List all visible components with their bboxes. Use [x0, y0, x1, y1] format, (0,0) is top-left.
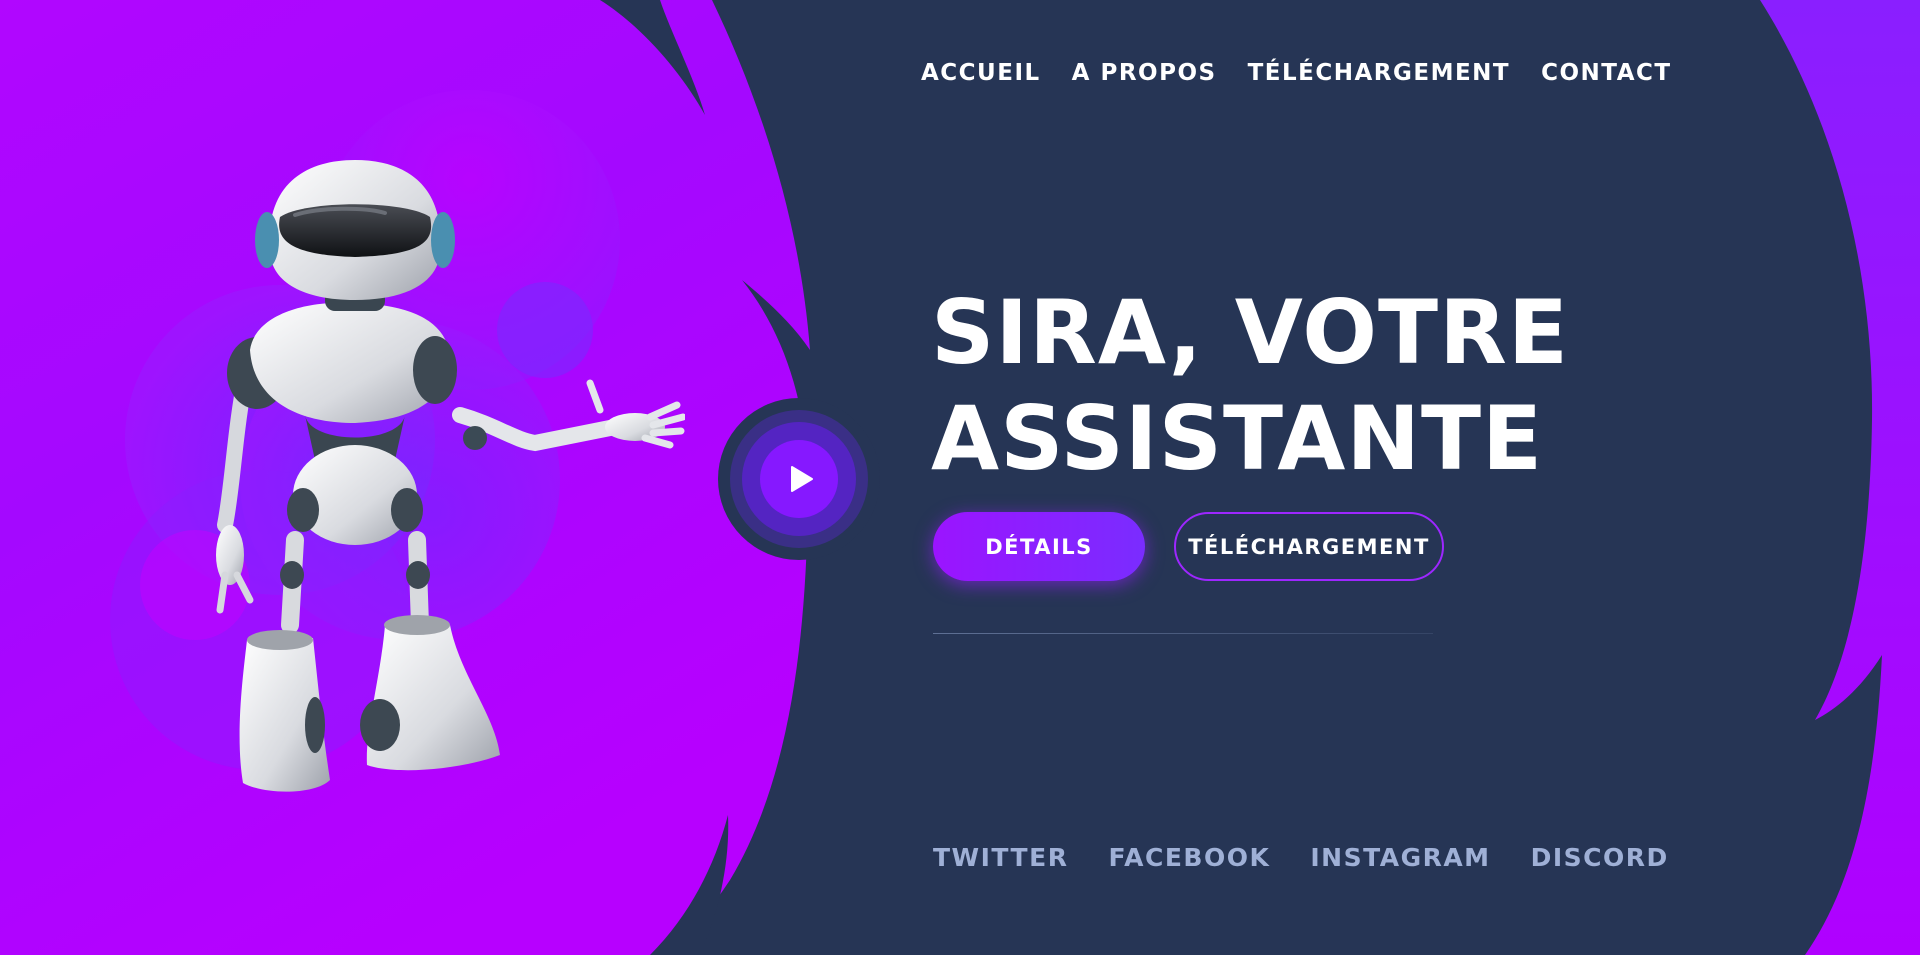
hero-title-line-2: ASSISTANTE	[931, 387, 1544, 490]
hero-divider	[933, 633, 1433, 634]
hero-title-line-1: SIRA, VOTRE	[931, 281, 1569, 384]
hero-title: SIRA, VOTRE ASSISTANTE	[931, 280, 1569, 492]
nav-item-telechargement[interactable]: TÉLÉCHARGEMENT	[1248, 60, 1511, 86]
play-icon	[791, 466, 813, 492]
robot-illustration	[216, 160, 685, 792]
play-button[interactable]	[718, 398, 880, 560]
social-link-discord[interactable]: DISCORD	[1531, 843, 1669, 872]
social-link-facebook[interactable]: FACEBOOK	[1108, 843, 1270, 872]
details-button[interactable]: DÉTAILS	[933, 512, 1145, 581]
nav-item-contact[interactable]: CONTACT	[1541, 60, 1671, 86]
download-button[interactable]: TÉLÉCHARGEMENT	[1174, 512, 1444, 581]
social-links: TWITTER FACEBOOK INSTAGRAM DISCORD	[933, 843, 1669, 872]
nav-item-a-propos[interactable]: A PROPOS	[1072, 60, 1217, 86]
nav-item-accueil[interactable]: ACCUEIL	[921, 60, 1041, 86]
play-core	[760, 440, 838, 518]
social-link-instagram[interactable]: INSTAGRAM	[1310, 843, 1490, 872]
main-nav: ACCUEIL A PROPOS TÉLÉCHARGEMENT CONTACT	[921, 60, 1672, 86]
social-link-twitter[interactable]: TWITTER	[933, 843, 1068, 872]
